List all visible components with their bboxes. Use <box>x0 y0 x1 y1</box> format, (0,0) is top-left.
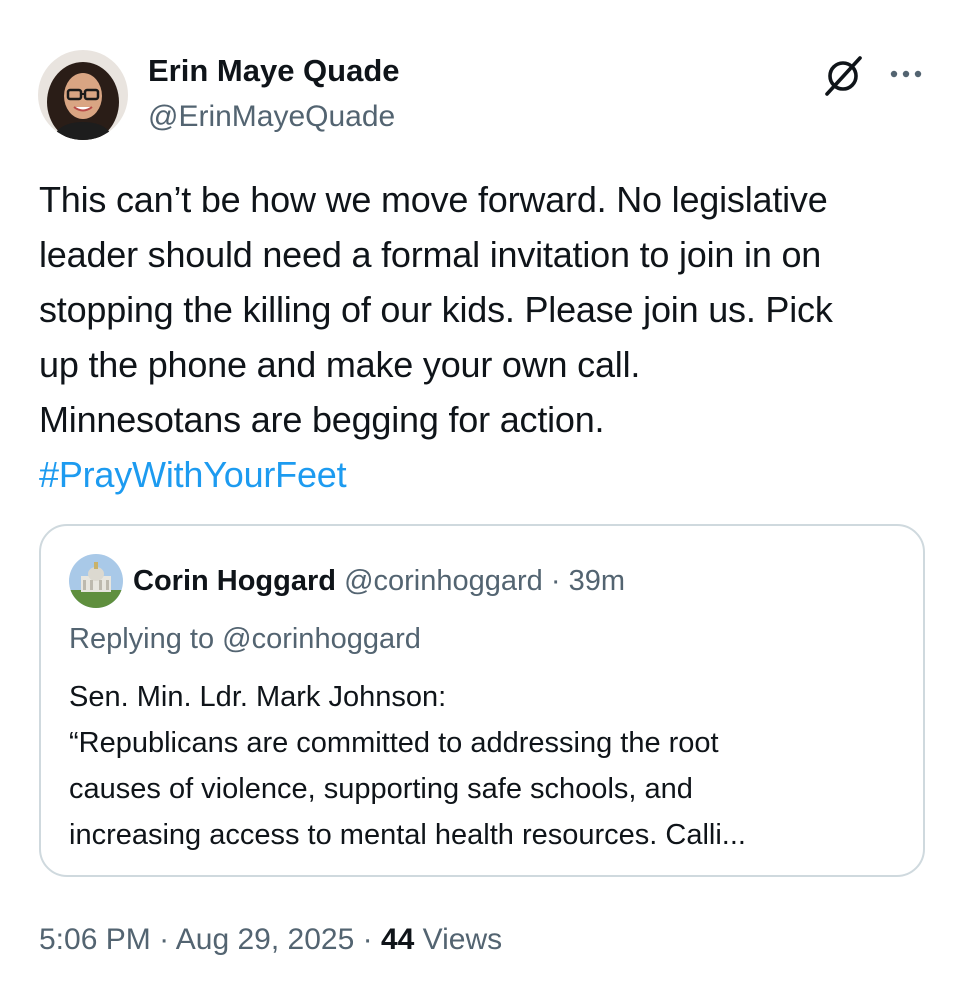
quote-author-name[interactable]: Corin Hoggard <box>133 565 336 597</box>
quote-body: Sen. Min. Ldr. Mark Johnson: “Republican… <box>69 674 746 858</box>
grok-icon[interactable] <box>822 52 866 96</box>
quote-separator: · <box>550 565 561 597</box>
meta-separator: · <box>159 923 170 956</box>
post-time[interactable]: 5:06 PM <box>39 923 151 956</box>
views-count[interactable]: 44 <box>381 923 414 956</box>
tweet-line: Minnesotans are begging for action. <box>39 399 605 440</box>
quote-author-handle[interactable]: @corinhoggard <box>344 565 543 597</box>
quote-header: Corin Hoggard @corinhoggard · 39m <box>133 562 625 600</box>
more-options-icon[interactable] <box>884 52 928 96</box>
quoted-tweet-card[interactable]: Corin Hoggard @corinhoggard · 39m Replyi… <box>39 524 925 877</box>
author-handle[interactable]: @ErinMayeQuade <box>148 98 395 136</box>
quote-avatar-image <box>69 554 123 608</box>
tweet-line: stopping the killing of our kids. Please… <box>39 289 833 330</box>
hashtag-link[interactable]: #PrayWithYourFeet <box>39 454 347 495</box>
views-label: Views <box>422 923 503 956</box>
post-date[interactable]: Aug 29, 2025 <box>176 923 355 956</box>
tweet-line: leader should need a formal invitation t… <box>39 234 822 275</box>
quote-line: Sen. Min. Ldr. Mark Johnson: <box>69 681 447 713</box>
quote-author-avatar[interactable] <box>69 554 123 608</box>
quote-line: “Republicans are committed to addressing… <box>69 727 719 759</box>
tweet-line: up the phone and make your own call. <box>39 344 641 385</box>
quote-line: increasing access to mental health resou… <box>69 819 746 851</box>
author-name[interactable]: Erin Maye Quade <box>148 52 400 90</box>
tweet-text: This can’t be how we move forward. No le… <box>39 172 939 502</box>
quote-line: causes of violence, supporting safe scho… <box>69 773 693 805</box>
author-avatar-image <box>38 50 128 140</box>
quote-time[interactable]: 39m <box>569 565 625 597</box>
author-avatar[interactable] <box>38 50 128 140</box>
meta-separator: · <box>362 923 373 956</box>
tweet-metadata: 5:06 PM · Aug 29, 2025 · 44 Views <box>39 920 502 960</box>
quote-replying-to: Replying to @corinhoggard <box>69 623 421 655</box>
tweet-line: This can’t be how we move forward. No le… <box>39 179 828 220</box>
